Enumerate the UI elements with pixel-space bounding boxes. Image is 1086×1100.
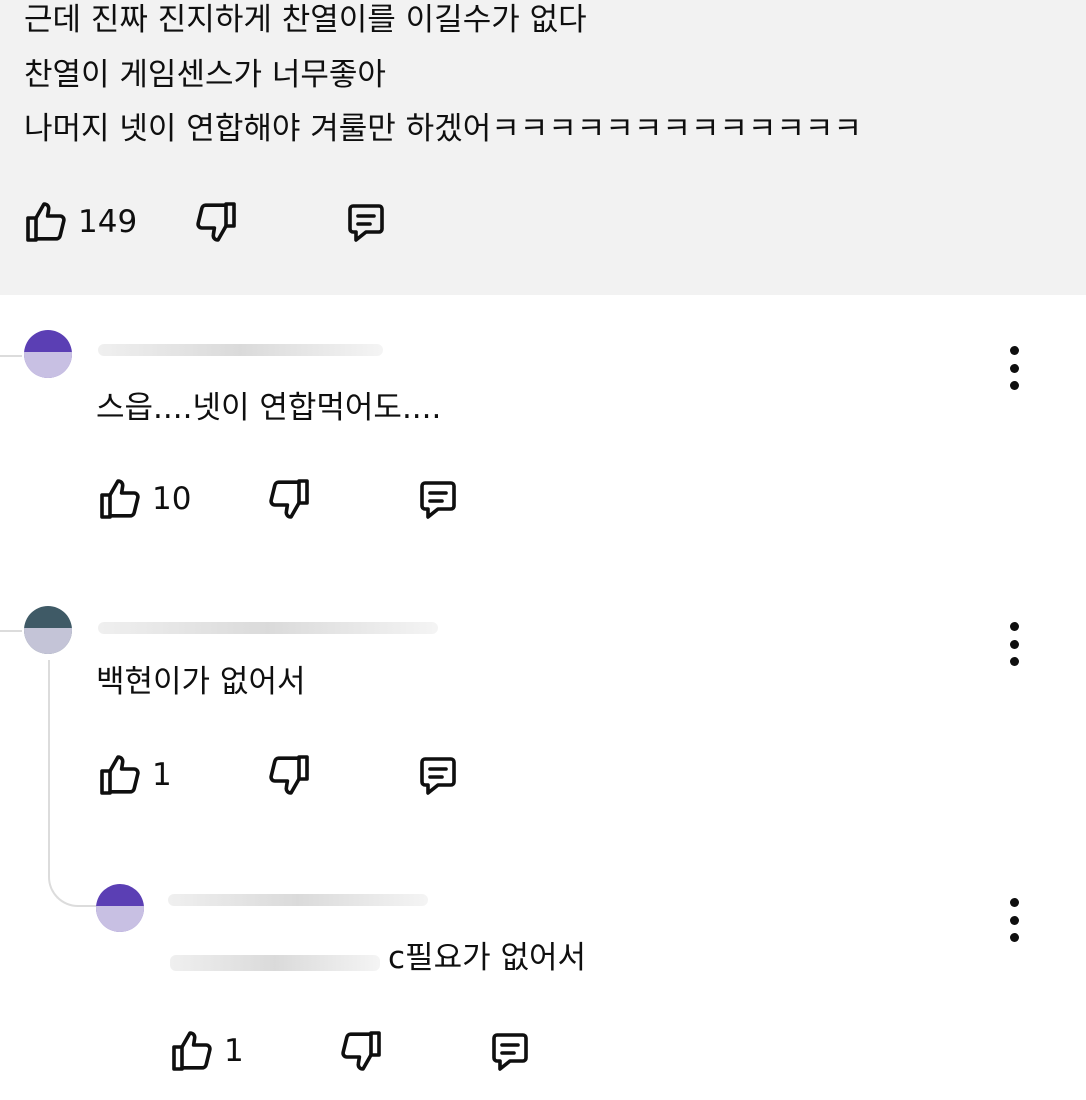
comment-text-line-3: 나머지 넷이 연합해야 겨룰만 하겠어ㅋㅋㅋㅋㅋㅋㅋㅋㅋㅋㅋㅋㅋ bbox=[24, 111, 862, 147]
more-options-button[interactable] bbox=[994, 622, 1034, 666]
comment-icon bbox=[486, 1027, 534, 1075]
thread-connector-stub bbox=[0, 355, 22, 357]
thumbs-down-icon bbox=[337, 1027, 385, 1075]
comment-icon bbox=[414, 475, 462, 523]
comment-text: 백현이가 없어서 bbox=[96, 664, 306, 700]
like-button[interactable]: 10 bbox=[96, 475, 191, 523]
thumbs-up-icon bbox=[22, 198, 70, 246]
dislike-button[interactable] bbox=[265, 475, 313, 523]
reply-button[interactable] bbox=[486, 1027, 534, 1075]
comment-text-line-1: 근데 진짜 진지하게 찬열이를 이길수가 없다 bbox=[24, 2, 587, 38]
comment-text: c필요가 없어서 bbox=[388, 940, 587, 976]
like-count: 1 bbox=[152, 757, 172, 793]
thumbs-up-icon bbox=[96, 475, 144, 523]
mention-redacted bbox=[170, 955, 380, 971]
thumbs-down-icon bbox=[192, 198, 240, 246]
thumbs-down-icon bbox=[265, 475, 313, 523]
reply-button[interactable] bbox=[414, 475, 462, 523]
reply-button[interactable] bbox=[342, 198, 390, 246]
more-options-button[interactable] bbox=[994, 898, 1034, 942]
like-button[interactable]: 1 bbox=[168, 1027, 244, 1075]
comment-icon bbox=[414, 751, 462, 799]
avatar[interactable] bbox=[24, 606, 72, 654]
reply-button[interactable] bbox=[414, 751, 462, 799]
thumbs-up-icon bbox=[168, 1027, 216, 1075]
thumbs-down-icon bbox=[265, 751, 313, 799]
avatar[interactable] bbox=[96, 884, 144, 932]
like-button[interactable]: 1 bbox=[96, 751, 172, 799]
more-options-button[interactable] bbox=[994, 346, 1034, 390]
like-count: 10 bbox=[152, 481, 192, 517]
dislike-button[interactable] bbox=[265, 751, 313, 799]
author-name-redacted bbox=[98, 622, 438, 634]
like-button[interactable]: 149 bbox=[22, 198, 137, 246]
author-name-redacted bbox=[98, 344, 383, 356]
parent-comment: 근데 진짜 진지하게 찬열이를 이길수가 없다 찬열이 게임센스가 너무좋아 나… bbox=[0, 0, 1086, 295]
dislike-button[interactable] bbox=[337, 1027, 385, 1075]
thread-connector-stub bbox=[0, 630, 22, 632]
thumbs-up-icon bbox=[96, 751, 144, 799]
author-name-redacted bbox=[168, 894, 428, 906]
like-count: 1 bbox=[224, 1033, 244, 1069]
comment-text: 스읍....넷이 연합먹어도.... bbox=[96, 390, 442, 426]
comment-text-line-2: 찬열이 게임센스가 너무좋아 bbox=[24, 57, 386, 93]
comment-icon bbox=[342, 198, 390, 246]
like-count: 149 bbox=[78, 204, 138, 240]
dislike-button[interactable] bbox=[192, 198, 240, 246]
avatar[interactable] bbox=[24, 330, 72, 378]
